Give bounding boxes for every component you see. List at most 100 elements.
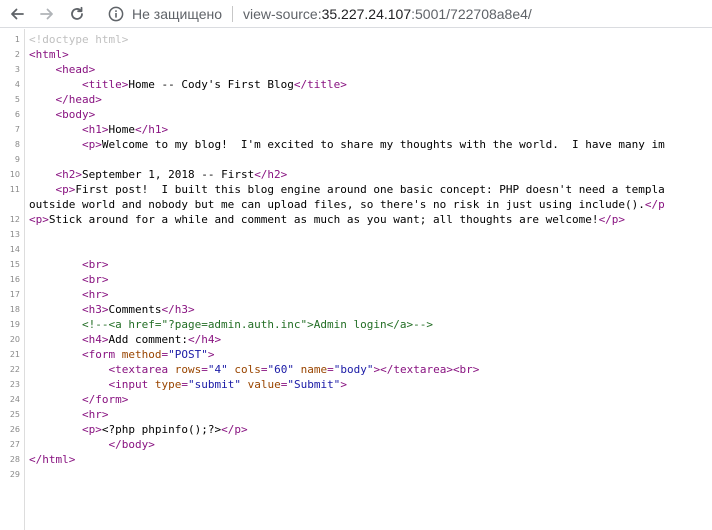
reload-button[interactable] [64, 1, 90, 27]
arrow-left-icon [11, 8, 24, 19]
line-number: 4 [14, 80, 20, 89]
source-view: 1 <!doctype html> 2 <html> 3 <head> 4 <title>… [0, 29, 712, 530]
line-code: <br> [29, 272, 109, 287]
code-token: <p> [81, 138, 102, 151]
line-code: <p>Stick around for a while and comment … [29, 212, 625, 227]
source-line: 18 <h3>Comments</h3> [0, 302, 712, 317]
code-token: <p> [55, 183, 76, 196]
address-bar[interactable]: Не защищено view-source:35.227.24.107:50… [108, 3, 532, 25]
line-code: <hr> [29, 407, 109, 422]
code-token: </p [644, 198, 665, 211]
code-token: <br> [81, 258, 109, 271]
source-line: 22 <textarea rows="4" cols="60" name="bo… [0, 362, 712, 377]
line-number: 14 [9, 245, 20, 254]
security-label[interactable]: Не защищено [132, 6, 222, 22]
code-token: cols [234, 363, 261, 376]
url-scheme: view-source: [243, 6, 322, 22]
source-line: 25 <hr> [0, 407, 712, 422]
code-token: Comments [108, 303, 162, 316]
line-number: 1 [14, 35, 20, 44]
source-line: 17 <hr> [0, 287, 712, 302]
code-token: First post! I built this blog engine aro… [75, 183, 665, 196]
line-number: 26 [9, 425, 20, 434]
code-token: <!--<a href="?page=admin.auth.inc">Admin… [81, 318, 433, 331]
info-circle-icon[interactable] [108, 6, 124, 22]
code-token: <input [108, 378, 155, 391]
line-code: <h1>Home</h1> [29, 122, 168, 137]
source-line: 2 <html> [0, 47, 712, 62]
code-token: outside world and nobody but me can uplo… [29, 198, 645, 211]
code-token: Stick around for a while and comment as … [48, 213, 599, 226]
source-line: 12 <p>Stick around for a while and commen… [0, 212, 712, 227]
url-host: 35.227.24.107 [321, 6, 412, 22]
code-token: "Submit" [287, 378, 341, 391]
line-number: 6 [14, 110, 20, 119]
line-number: 9 [14, 155, 20, 164]
source-line: 24 </form> [0, 392, 712, 407]
line-number: 2 [14, 50, 20, 59]
code-token: method [121, 348, 162, 361]
line-code: <hr> [29, 287, 109, 302]
line-code: outside world and nobody but me can uplo… [29, 197, 665, 212]
code-token: ></textarea><br> [373, 363, 480, 376]
line-number: 16 [9, 275, 20, 284]
code-token: "POST" [168, 348, 208, 361]
source-line: 15 <br> [0, 257, 712, 272]
url-text[interactable]: view-source:35.227.24.107:5001/722708a8e… [243, 6, 532, 22]
back-button[interactable] [4, 1, 30, 27]
code-token: </html> [29, 453, 76, 466]
forward-button[interactable] [34, 1, 60, 27]
code-token: = [201, 363, 208, 376]
code-token: "submit" [187, 378, 241, 391]
line-number: 21 [9, 350, 20, 359]
source-line: 16 <br> [0, 272, 712, 287]
code-token: </h4> [187, 333, 222, 346]
source-line: outside world and nobody but me can uplo… [0, 197, 712, 212]
source-line: 7 <h1>Home</h1> [0, 122, 712, 137]
code-token: = [327, 363, 334, 376]
code-token: Home -- Cody's First Blog [128, 78, 294, 91]
code-token: <h4> [81, 333, 109, 346]
line-code: <!--<a href="?page=admin.auth.inc">Admin… [29, 317, 433, 332]
code-token: > [340, 378, 347, 391]
source-lines: 1 <!doctype html> 2 <html> 3 <head> 4 <title>… [0, 32, 712, 482]
code-token: </title> [293, 78, 347, 91]
line-code: <title>Home -- Cody's First Blog</title> [29, 77, 347, 92]
line-code: <body> [29, 107, 96, 122]
code-token: <title> [81, 78, 129, 91]
code-token: </h1> [134, 123, 169, 136]
code-token: > [207, 348, 215, 361]
line-code: <html> [29, 47, 69, 62]
line-number: 25 [9, 410, 20, 419]
code-token: "body" [333, 363, 374, 376]
source-line: 29 [0, 467, 712, 482]
line-number: 27 [9, 440, 20, 449]
source-line: 21 <form method="POST"> [0, 347, 712, 362]
code-token: <head> [55, 63, 96, 76]
code-token: "60" [267, 363, 294, 376]
line-code: <h4>Add comment:</h4> [29, 332, 221, 347]
line-number: 17 [9, 290, 20, 299]
code-token: <h2> [55, 168, 83, 181]
line-code: <input type="submit" value="Submit"> [29, 377, 347, 392]
source-line: 27 </body> [0, 437, 712, 452]
code-token: <html> [29, 48, 69, 61]
source-line: 28 </html> [0, 452, 712, 467]
line-number: 19 [9, 320, 20, 329]
line-number: 28 [9, 455, 20, 464]
source-line: 13 [0, 227, 712, 242]
code-token: <body> [55, 108, 96, 121]
code-token: </body> [108, 438, 155, 451]
code-token: </p> [221, 423, 248, 436]
